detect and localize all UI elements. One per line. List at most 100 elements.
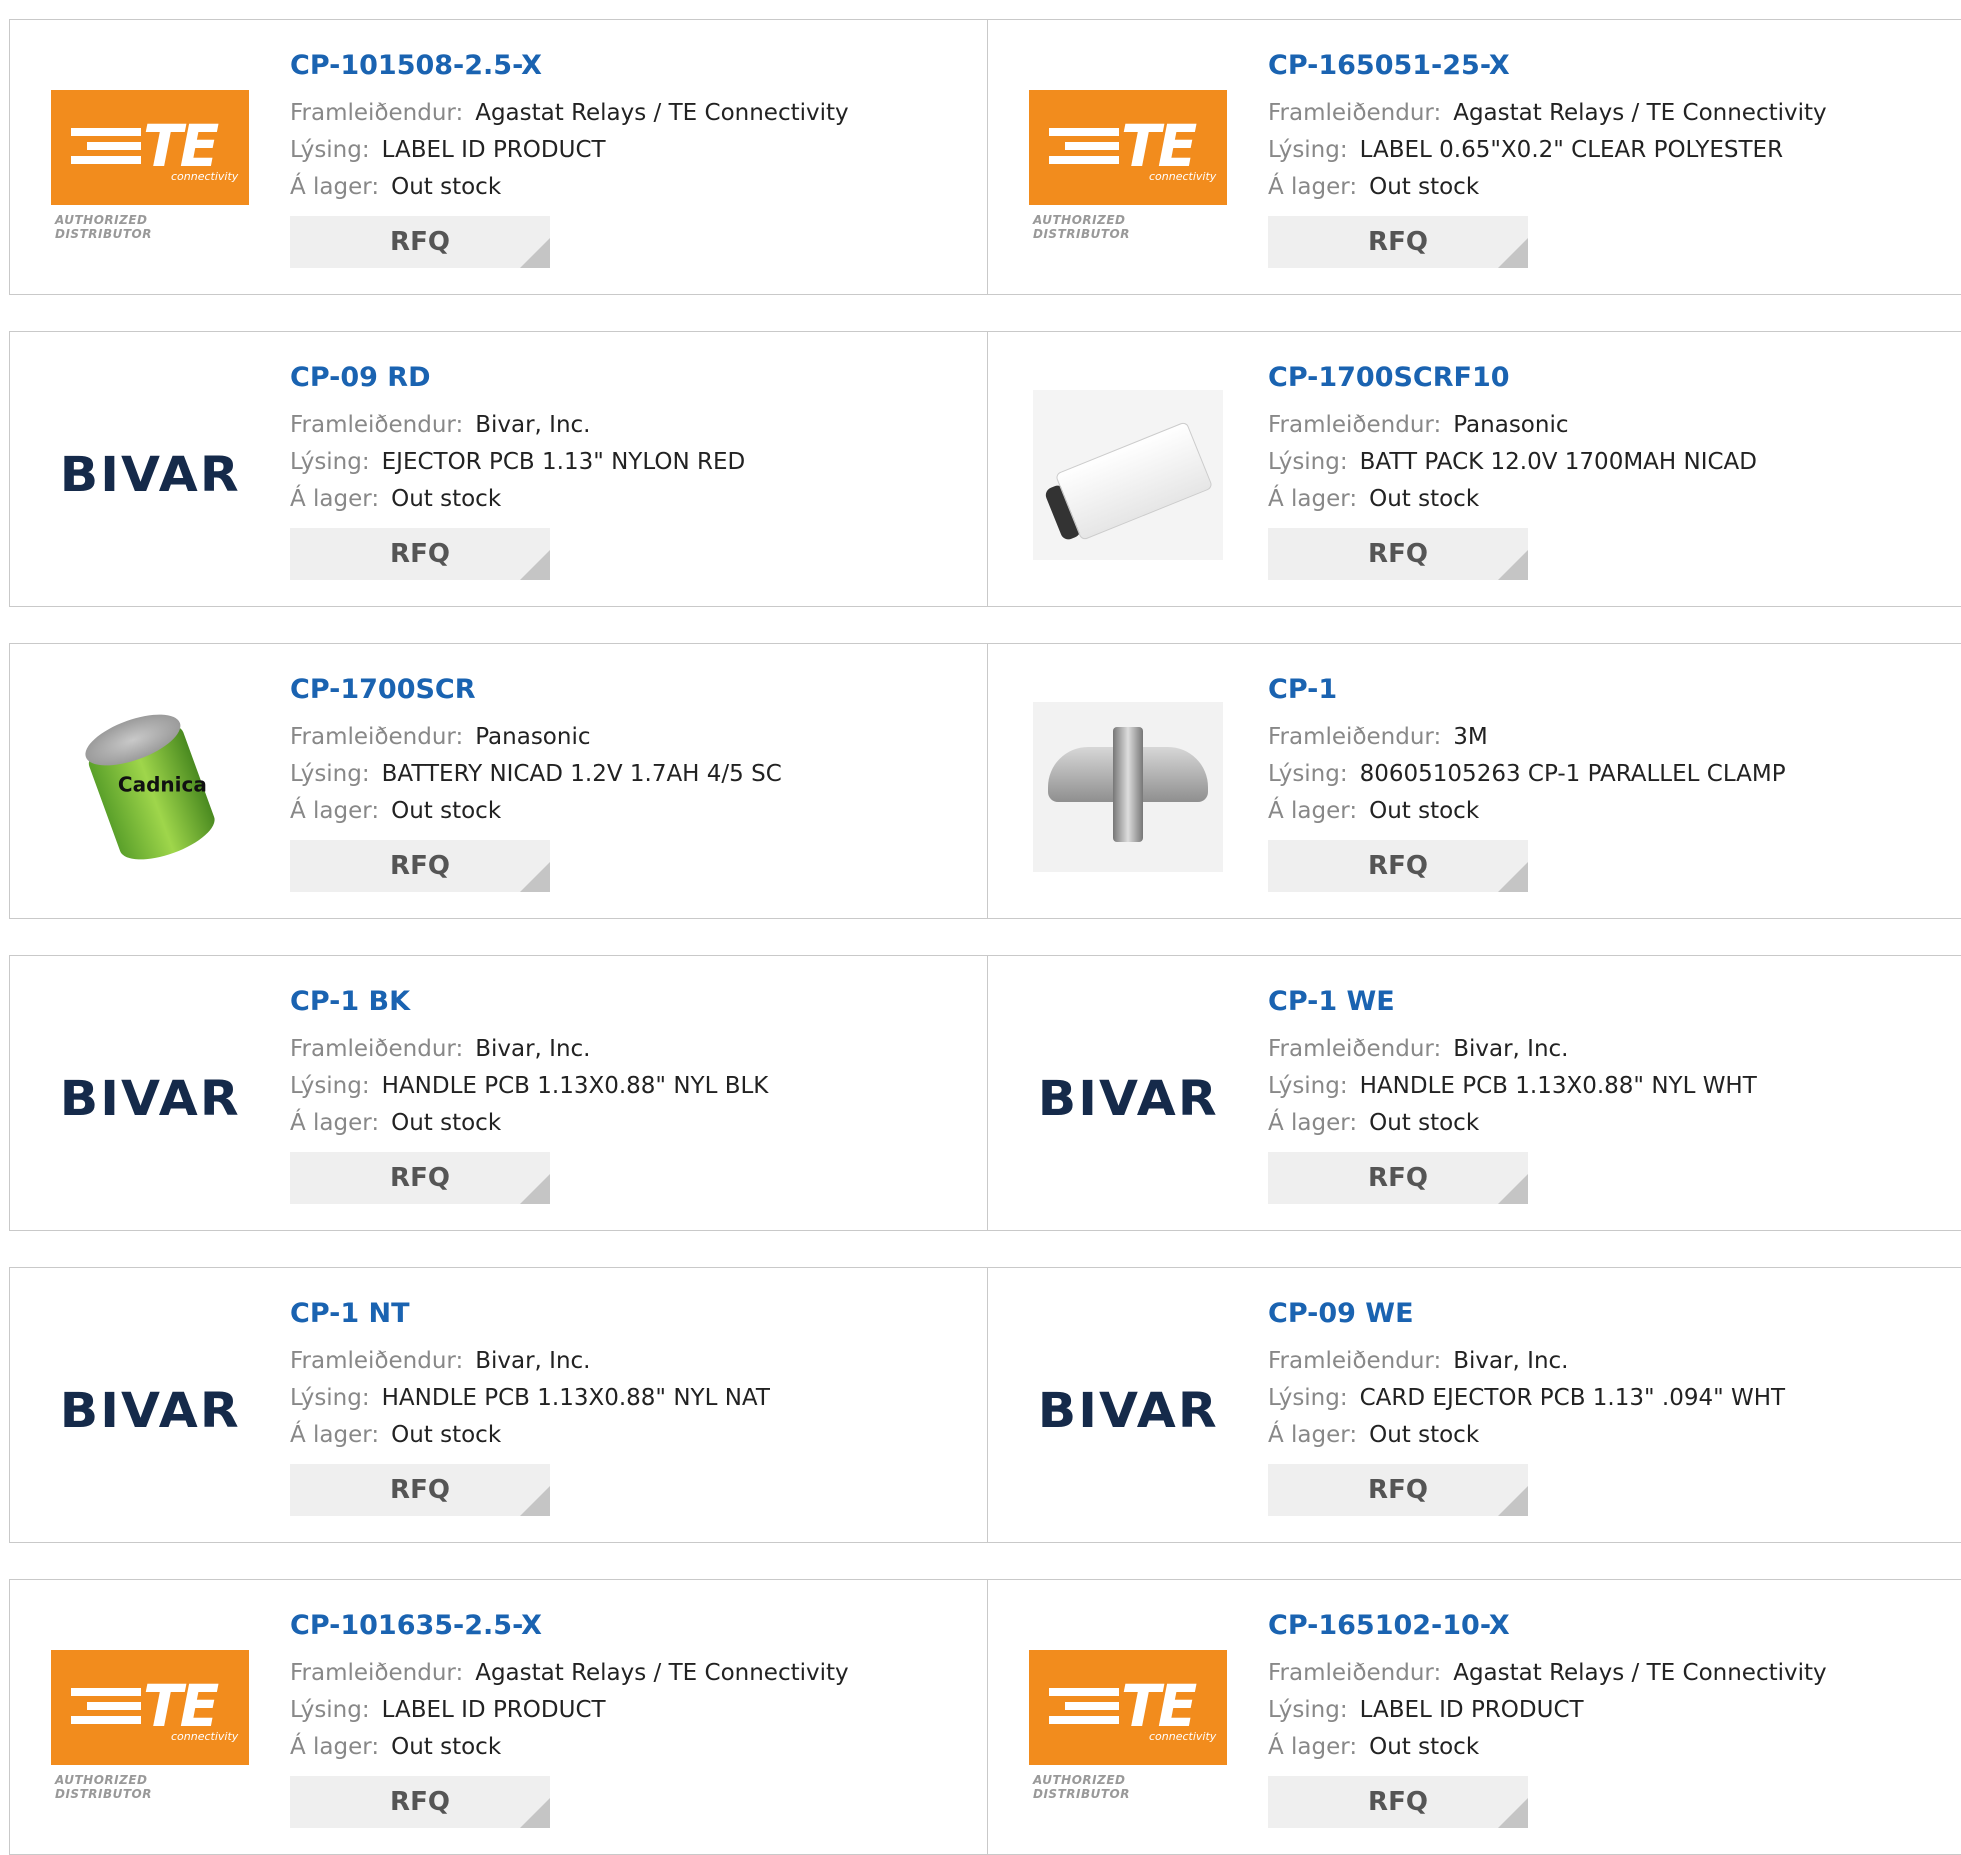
description-label: Lýsing: (290, 1697, 370, 1723)
product-info: CP-1 WE Framleiðendur: Bivar, Inc. Lýsing… (1268, 986, 1757, 1204)
product-image[interactable] (1028, 389, 1228, 560)
part-number-link[interactable]: CP-101635-2.5-X (290, 1610, 849, 1641)
rfq-label: RFQ (1368, 1475, 1428, 1505)
product-info: CP-1700SCRF10 Framleiðendur: Panasonic Lý… (1268, 362, 1757, 580)
part-number-link[interactable]: CP-1700SCRF10 (1268, 362, 1757, 393)
manufacturer-row: Framleiðendur: Panasonic (290, 719, 782, 756)
manufacturer-label: Framleiðendur: (1268, 1660, 1442, 1686)
description-value: BATT PACK 12.0V 1700MAH NICAD (1359, 449, 1758, 475)
part-number-link[interactable]: CP-165051-25-X (1268, 50, 1827, 81)
part-number-link[interactable]: CP-1 (1268, 674, 1786, 705)
description-value: LABEL ID PRODUCT (381, 1697, 606, 1723)
part-number-link[interactable]: CP-101508-2.5-X (290, 50, 849, 81)
manufacturer-label: Framleiðendur: (290, 724, 464, 750)
manufacturer-value: Panasonic (1453, 412, 1569, 438)
bivar-logo: BIVAR (59, 1382, 241, 1439)
manufacturer-label: Framleiðendur: (290, 1348, 464, 1374)
description-value: LABEL ID PRODUCT (381, 137, 606, 163)
product-image[interactable]: Cadnica (50, 703, 250, 870)
rfq-label: RFQ (1368, 227, 1428, 257)
stock-label: Á lager: (290, 1734, 380, 1760)
part-number-link[interactable]: CP-1 BK (290, 986, 768, 1017)
part-number-link[interactable]: CP-1 NT (290, 1298, 770, 1329)
manufacturer-label: Framleiðendur: (290, 1660, 464, 1686)
te-connectivity-logo: TE connectivity AUTHORIZED DISTRIBUTOR (51, 90, 249, 241)
stock-label: Á lager: (1268, 174, 1358, 200)
description-label: Lýsing: (290, 761, 370, 787)
rfq-label: RFQ (1368, 539, 1428, 569)
description-row: Lýsing: HANDLE PCB 1.13X0.88" NYL WHT (1268, 1068, 1757, 1105)
stock-row: Á lager: Out stock (1268, 481, 1757, 518)
product-image[interactable]: BIVAR (1028, 1338, 1228, 1483)
rfq-label: RFQ (390, 539, 450, 569)
stock-value: Out stock (1369, 174, 1480, 200)
part-number-link[interactable]: CP-1700SCR (290, 674, 782, 705)
description-value: CARD EJECTOR PCB 1.13" .094" WHT (1359, 1385, 1786, 1411)
manufacturer-label: Framleiðendur: (1268, 1348, 1442, 1374)
manufacturer-label: Framleiðendur: (1268, 724, 1442, 750)
stock-value: Out stock (391, 1422, 502, 1448)
corner-triangle-icon (1498, 862, 1528, 892)
manufacturer-value: Agastat Relays / TE Connectivity (1453, 100, 1827, 126)
rfq-button[interactable]: RFQ (1268, 1152, 1528, 1204)
rfq-button[interactable]: RFQ (1268, 1464, 1528, 1516)
manufacturer-row: Framleiðendur: Agastat Relays / TE Connec… (1268, 1655, 1827, 1692)
stock-value: Out stock (1369, 1110, 1480, 1136)
corner-triangle-icon (520, 550, 550, 580)
stock-label: Á lager: (290, 1422, 380, 1448)
bivar-logo: BIVAR (1037, 1382, 1219, 1439)
te-connectivity-logo: TE connectivity AUTHORIZED DISTRIBUTOR (1029, 1650, 1227, 1801)
product-image[interactable]: TE connectivity AUTHORIZED DISTRIBUTOR (1028, 1650, 1228, 1801)
product-image[interactable]: TE connectivity AUTHORIZED DISTRIBUTOR (1028, 90, 1228, 241)
product-card: TE connectivity AUTHORIZED DISTRIBUTOR C… (9, 1579, 988, 1855)
corner-triangle-icon (520, 1174, 550, 1204)
description-value: 80605105263 CP-1 PARALLEL CLAMP (1359, 761, 1786, 787)
description-row: Lýsing: LABEL ID PRODUCT (1268, 1692, 1827, 1729)
corner-triangle-icon (520, 862, 550, 892)
product-image[interactable]: TE connectivity AUTHORIZED DISTRIBUTOR (50, 1650, 250, 1801)
rfq-button[interactable]: RFQ (1268, 216, 1528, 268)
stock-row: Á lager: Out stock (1268, 169, 1827, 206)
manufacturer-value: Agastat Relays / TE Connectivity (475, 100, 849, 126)
stock-label: Á lager: (1268, 486, 1358, 512)
part-number-link[interactable]: CP-165102-10-X (1268, 1610, 1827, 1641)
battery-cell-image: Cadnica (66, 691, 233, 882)
product-image[interactable]: BIVAR (50, 402, 250, 547)
stock-value: Out stock (1369, 1422, 1480, 1448)
manufacturer-row: Framleiðendur: Panasonic (1268, 407, 1757, 444)
product-image[interactable]: BIVAR (50, 1338, 250, 1483)
product-image[interactable]: BIVAR (1028, 1026, 1228, 1171)
rfq-button[interactable]: RFQ (290, 1464, 550, 1516)
manufacturer-row: Framleiðendur: Agastat Relays / TE Connec… (290, 1655, 849, 1692)
product-info: CP-1 NT Framleiðendur: Bivar, Inc. Lýsing… (290, 1298, 770, 1516)
part-number-link[interactable]: CP-09 WE (1268, 1298, 1785, 1329)
product-info: CP-165102-10-X Framleiðendur: Agastat Rel… (1268, 1610, 1827, 1828)
rfq-label: RFQ (1368, 851, 1428, 881)
rfq-button[interactable]: RFQ (290, 216, 550, 268)
rfq-label: RFQ (390, 851, 450, 881)
rfq-button[interactable]: RFQ (290, 528, 550, 580)
rfq-button[interactable]: RFQ (1268, 528, 1528, 580)
rfq-button[interactable]: RFQ (290, 1776, 550, 1828)
rfq-button[interactable]: RFQ (290, 840, 550, 892)
part-number-link[interactable]: CP-1 WE (1268, 986, 1757, 1017)
stock-label: Á lager: (290, 174, 380, 200)
part-number-link[interactable]: CP-09 RD (290, 362, 745, 393)
stock-row: Á lager: Out stock (290, 793, 782, 830)
rfq-button[interactable]: RFQ (1268, 840, 1528, 892)
manufacturer-row: Framleiðendur: 3M (1268, 719, 1786, 756)
rfq-button[interactable]: RFQ (290, 1152, 550, 1204)
description-row: Lýsing: LABEL ID PRODUCT (290, 1692, 849, 1729)
manufacturer-label: Framleiðendur: (290, 1036, 464, 1062)
stock-value: Out stock (391, 1110, 502, 1136)
description-value: HANDLE PCB 1.13X0.88" NYL WHT (1359, 1073, 1757, 1099)
description-value: EJECTOR PCB 1.13" NYLON RED (381, 449, 746, 475)
stock-row: Á lager: Out stock (290, 1105, 768, 1142)
manufacturer-value: Bivar, Inc. (1453, 1348, 1569, 1374)
product-image[interactable] (1028, 701, 1228, 872)
product-image[interactable]: BIVAR (50, 1026, 250, 1171)
manufacturer-value: Bivar, Inc. (475, 412, 591, 438)
rfq-button[interactable]: RFQ (1268, 1776, 1528, 1828)
description-row: Lýsing: CARD EJECTOR PCB 1.13" .094" WHT (1268, 1380, 1785, 1417)
product-image[interactable]: TE connectivity AUTHORIZED DISTRIBUTOR (50, 90, 250, 241)
